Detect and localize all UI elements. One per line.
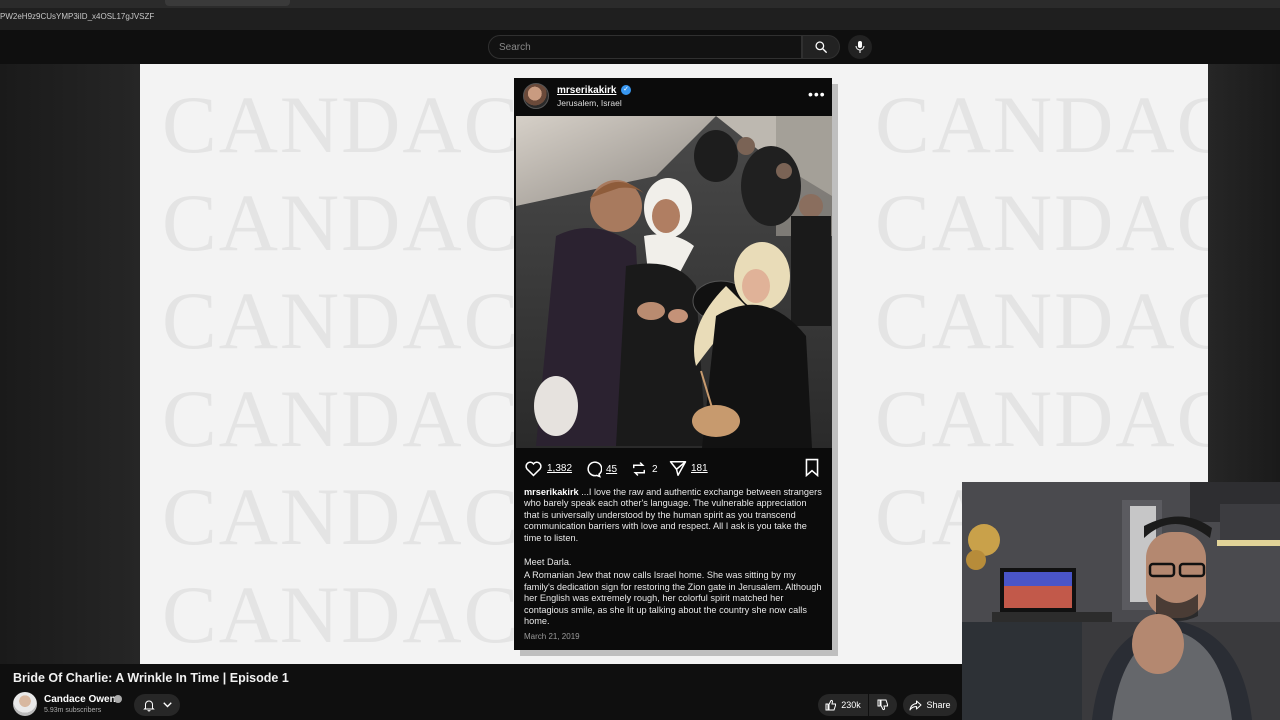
post-caption: mrserikakirk ...I love the raw and authe… bbox=[524, 487, 824, 544]
bell-icon bbox=[142, 700, 155, 711]
player-letterbox-left bbox=[0, 64, 140, 664]
verified-check-icon bbox=[114, 695, 122, 703]
watermark-text: CANDACE bbox=[875, 177, 1208, 268]
watermark-text: CANDACE bbox=[875, 79, 1208, 170]
thumbs-down-icon bbox=[877, 699, 888, 711]
share-count: 181 bbox=[691, 463, 708, 474]
send-icon bbox=[669, 461, 687, 476]
watermark-text: CANDACE bbox=[162, 79, 573, 170]
masthead bbox=[0, 30, 1280, 64]
repost-icon bbox=[633, 462, 645, 476]
comment-icon bbox=[587, 461, 602, 478]
like-action[interactable]: 1,382 bbox=[524, 460, 572, 477]
search-box[interactable] bbox=[488, 35, 802, 59]
tab-bar bbox=[0, 0, 1280, 8]
meet-text: A Romanian Jew that now calls Israel hom… bbox=[524, 570, 822, 627]
more-options-icon: ••• bbox=[808, 86, 826, 102]
channel-avatar[interactable] bbox=[13, 692, 37, 716]
dislike-button[interactable] bbox=[869, 694, 897, 716]
browser-top-strip: PW2eH9z9CUsYMP3iID_x4OSL17gJVSZF bbox=[0, 0, 1280, 30]
watermark-text: CANDACE bbox=[162, 275, 573, 366]
instagram-post-card: mrserikakirk ✓ Jerusalem, Israel ••• 1,3… bbox=[514, 78, 832, 650]
webcam-feed bbox=[962, 482, 1280, 720]
post-date: March 21, 2019 bbox=[524, 632, 580, 641]
heart-icon bbox=[525, 461, 542, 477]
video-like-count: 230k bbox=[841, 700, 861, 710]
post-caption-continued: Meet Darla. A Romanian Jew that now call… bbox=[524, 557, 824, 627]
comment-action[interactable]: 45 bbox=[584, 460, 617, 478]
channel-name[interactable]: Candace Owens bbox=[44, 694, 121, 705]
meet-heading: Meet Darla. bbox=[524, 557, 572, 567]
watermark-text: CANDACE bbox=[162, 373, 573, 464]
watermark-text: CANDACE bbox=[162, 569, 573, 660]
repost-count: 2 bbox=[652, 463, 658, 475]
search-input[interactable] bbox=[489, 36, 801, 58]
subscriber-count: 5.93m subscribers bbox=[44, 707, 102, 714]
like-count: 1,382 bbox=[547, 463, 573, 474]
post-header: mrserikakirk ✓ Jerusalem, Israel ••• bbox=[514, 78, 832, 116]
active-tab[interactable] bbox=[165, 0, 290, 6]
chevron-down-icon bbox=[162, 702, 172, 708]
watermark-text: CANDACE bbox=[162, 177, 573, 268]
verified-badge-icon: ✓ bbox=[621, 85, 631, 95]
microphone-icon bbox=[855, 41, 865, 53]
bookmark-icon bbox=[805, 458, 819, 478]
subscribed-notifications-button[interactable] bbox=[134, 694, 180, 716]
photo-illustration bbox=[516, 116, 832, 448]
thumbs-up-icon bbox=[825, 699, 837, 711]
post-location: Jerusalem, Israel bbox=[557, 98, 622, 108]
watermark-text: CANDACE bbox=[875, 373, 1208, 464]
share-action[interactable]: 181 bbox=[669, 460, 708, 477]
comment-count: 45 bbox=[606, 463, 618, 475]
caption-username: mrserikakirk bbox=[524, 487, 579, 497]
post-actions: 1,382 45 2 181 bbox=[514, 456, 832, 480]
share-button[interactable]: Share bbox=[903, 694, 957, 716]
webcam-overlay bbox=[962, 482, 1280, 720]
watermark-text: CANDACE bbox=[875, 275, 1208, 366]
player-letterbox-right bbox=[1208, 64, 1280, 484]
watermark-text: CANDACE bbox=[162, 471, 573, 562]
search-button[interactable] bbox=[802, 35, 840, 59]
repost-action[interactable]: 2 bbox=[630, 460, 658, 478]
video-title: Bride Of Charlie: A Wrinkle In Time | Ep… bbox=[13, 671, 289, 685]
address-bar-url[interactable]: PW2eH9z9CUsYMP3iID_x4OSL17gJVSZF bbox=[0, 12, 154, 21]
avatar bbox=[523, 83, 549, 109]
save-action[interactable] bbox=[804, 458, 820, 482]
post-photo bbox=[516, 116, 832, 448]
share-label: Share bbox=[926, 700, 951, 710]
share-arrow-icon bbox=[909, 700, 922, 710]
like-button[interactable]: 230k bbox=[818, 694, 868, 716]
video-info: Bride Of Charlie: A Wrinkle In Time | Ep… bbox=[0, 664, 962, 720]
voice-search-button[interactable] bbox=[848, 35, 872, 59]
post-username: mrserikakirk bbox=[557, 85, 617, 96]
search-icon bbox=[815, 41, 827, 53]
